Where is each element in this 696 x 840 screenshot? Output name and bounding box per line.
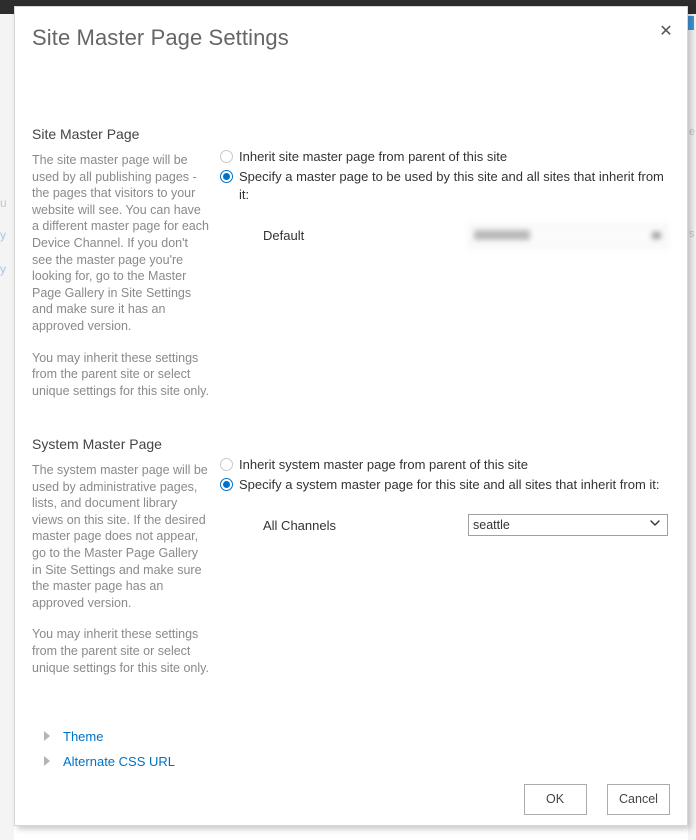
field-control-wrapper: seattle bbox=[468, 514, 668, 536]
field-control-wrapper bbox=[468, 224, 668, 248]
expander-theme[interactable]: Theme bbox=[39, 727, 175, 746]
site-master-page-field-row: Default bbox=[220, 224, 670, 250]
radio-indicator-icon bbox=[220, 458, 233, 471]
page-root: u y y e s Site Master Page Settings ✕ Si… bbox=[0, 0, 696, 840]
all-channels-master-page-dropdown[interactable]: seattle bbox=[468, 514, 668, 536]
expander-label-theme[interactable]: Theme bbox=[63, 729, 103, 744]
radio-indicator-icon bbox=[220, 170, 233, 183]
site-master-page-settings-dialog: Site Master Page Settings ✕ Site Master … bbox=[14, 6, 688, 826]
expander-alternate-css-url[interactable]: Alternate CSS URL bbox=[39, 752, 175, 771]
radio-label: Specify a master page to be used by this… bbox=[239, 169, 664, 202]
default-master-page-dropdown[interactable] bbox=[468, 224, 668, 248]
radio-label: Specify a system master page for this si… bbox=[239, 477, 660, 492]
background-text-fragment: u bbox=[0, 196, 7, 210]
section-description-paragraph: You may inherit these settings from the … bbox=[32, 627, 209, 675]
field-label-all-channels: All Channels bbox=[263, 518, 336, 533]
ok-button[interactable]: OK bbox=[523, 784, 587, 815]
radio-inherit-system-master-page[interactable]: Inherit system master page from parent o… bbox=[220, 456, 670, 474]
background-text-fragment: s bbox=[689, 228, 695, 240]
chevron-down-icon bbox=[652, 232, 661, 239]
section-description-paragraph: The site master page will be used by all… bbox=[32, 153, 209, 333]
radio-specify-system-master-page[interactable]: Specify a system master page for this si… bbox=[220, 476, 670, 494]
chevron-right-icon bbox=[44, 731, 50, 741]
dialog-header: Site Master Page Settings ✕ bbox=[15, 7, 687, 63]
cancel-button[interactable]: Cancel bbox=[607, 784, 670, 815]
dropdown-redacted-value bbox=[474, 230, 530, 240]
site-master-page-description-column: Site Master Page The site master page wi… bbox=[32, 125, 210, 399]
section-heading: System Master Page bbox=[32, 436, 162, 452]
background-text-fragment: y bbox=[0, 262, 6, 276]
system-master-page-field-row: All Channels seattle bbox=[220, 514, 670, 540]
background-left-strip bbox=[0, 14, 14, 840]
system-master-page-control-column: Inherit system master page from parent o… bbox=[220, 456, 670, 540]
radio-label: Inherit site master page from parent of … bbox=[239, 149, 508, 164]
radio-inherit-site-master-page[interactable]: Inherit site master page from parent of … bbox=[220, 148, 670, 166]
system-master-page-description-column: System Master Page The system master pag… bbox=[32, 435, 210, 676]
radio-indicator-icon bbox=[220, 150, 233, 163]
radio-indicator-icon bbox=[220, 478, 233, 491]
all-channels-dropdown-wrapper: seattle bbox=[468, 514, 668, 536]
page-title: Site Master Page Settings bbox=[32, 25, 289, 50]
radio-specify-site-master-page[interactable]: Specify a master page to be used by this… bbox=[220, 168, 670, 204]
background-text-fragment: e bbox=[689, 126, 696, 138]
radio-label: Inherit system master page from parent o… bbox=[239, 457, 529, 472]
section-description-paragraph: The system master page will be used by a… bbox=[32, 463, 208, 610]
section-description-paragraph: You may inherit these settings from the … bbox=[32, 350, 209, 398]
site-master-page-control-column: Inherit site master page from parent of … bbox=[220, 148, 670, 250]
section-heading: Site Master Page bbox=[32, 126, 140, 142]
chevron-right-icon bbox=[44, 756, 50, 766]
field-label-default: Default bbox=[263, 228, 305, 243]
expander-label-alternate-css-url[interactable]: Alternate CSS URL bbox=[63, 754, 175, 769]
close-icon[interactable]: ✕ bbox=[654, 20, 678, 44]
background-text-fragment: y bbox=[0, 228, 6, 242]
expander-list: Theme Alternate CSS URL bbox=[39, 727, 175, 777]
